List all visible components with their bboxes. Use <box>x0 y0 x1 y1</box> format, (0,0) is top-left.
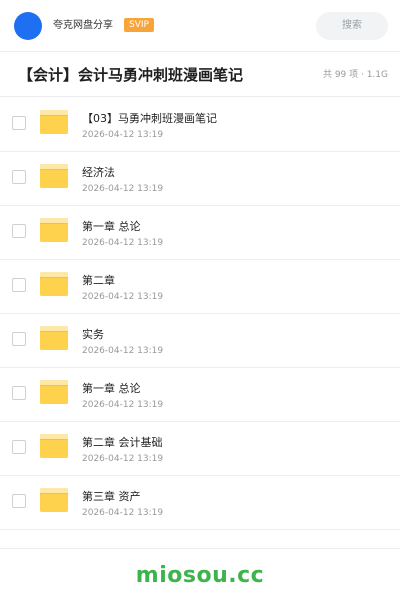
item-date: 2026-04-12 13:19 <box>82 238 164 248</box>
list-item[interactable]: 第一章 总论 2026-04-12 13:19 <box>0 206 400 260</box>
folder-header: 【会计】会计马勇冲刺班漫画笔记 共 99 项 · 1.1G <box>0 53 400 97</box>
item-name: 第二章 <box>82 274 115 287</box>
avatar[interactable] <box>14 12 42 40</box>
item-name: 【03】马勇冲刺班漫画笔记 <box>82 112 217 125</box>
folder-icon <box>40 326 68 350</box>
brand-name: 夸克网盘分享 <box>53 20 113 31</box>
select-checkbox[interactable] <box>12 278 26 292</box>
item-date: 2026-04-12 13:19 <box>82 346 164 356</box>
folder-icon <box>40 272 68 296</box>
item-date: 2026-04-12 13:19 <box>82 130 164 140</box>
folder-icon <box>40 164 68 188</box>
file-list: 【03】马勇冲刺班漫画笔记 2026-04-12 13:19 经济法 2026-… <box>0 98 400 530</box>
select-checkbox[interactable] <box>12 386 26 400</box>
list-item[interactable]: 【03】马勇冲刺班漫画笔记 2026-04-12 13:19 <box>0 98 400 152</box>
list-item[interactable]: 第一章 总论 2026-04-12 13:19 <box>0 368 400 422</box>
item-name: 经济法 <box>82 166 115 179</box>
search-input[interactable]: 搜索 <box>316 12 388 40</box>
item-date: 2026-04-12 13:19 <box>82 508 164 518</box>
top-bar: 夸克网盘分享 SVIP 搜索 <box>0 0 400 52</box>
folder-icon <box>40 434 68 458</box>
folder-icon <box>40 110 68 134</box>
list-item[interactable]: 第二章 会计基础 2026-04-12 13:19 <box>0 422 400 476</box>
folder-icon <box>40 218 68 242</box>
select-checkbox[interactable] <box>12 494 26 508</box>
search-placeholder: 搜索 <box>342 20 362 31</box>
watermark: miosou.cc <box>135 563 265 588</box>
select-checkbox[interactable] <box>12 170 26 184</box>
item-date: 2026-04-12 13:19 <box>82 400 164 410</box>
select-checkbox[interactable] <box>12 116 26 130</box>
item-name: 实务 <box>82 328 104 341</box>
item-name: 第三章 资产 <box>82 490 141 503</box>
select-checkbox[interactable] <box>12 224 26 238</box>
item-name: 第一章 总论 <box>82 382 141 395</box>
list-item[interactable]: 第三章 资产 2026-04-12 13:19 <box>0 476 400 530</box>
folder-icon <box>40 488 68 512</box>
list-item[interactable]: 实务 2026-04-12 13:19 <box>0 314 400 368</box>
item-date: 2026-04-12 13:19 <box>82 292 164 302</box>
folder-meta: 共 99 项 · 1.1G <box>322 70 388 80</box>
item-name: 第二章 会计基础 <box>82 436 163 449</box>
folder-icon <box>40 380 68 404</box>
list-item[interactable]: 经济法 2026-04-12 13:19 <box>0 152 400 206</box>
select-checkbox[interactable] <box>12 440 26 454</box>
item-date: 2026-04-12 13:19 <box>82 454 164 464</box>
page-title: 【会计】会计马勇冲刺班漫画笔记 <box>18 66 244 84</box>
item-date: 2026-04-12 13:19 <box>82 184 164 194</box>
svip-badge: SVIP <box>124 18 154 32</box>
footer: miosou.cc <box>0 548 400 600</box>
item-name: 第一章 总论 <box>82 220 141 233</box>
list-item[interactable]: 第二章 2026-04-12 13:19 <box>0 260 400 314</box>
select-checkbox[interactable] <box>12 332 26 346</box>
